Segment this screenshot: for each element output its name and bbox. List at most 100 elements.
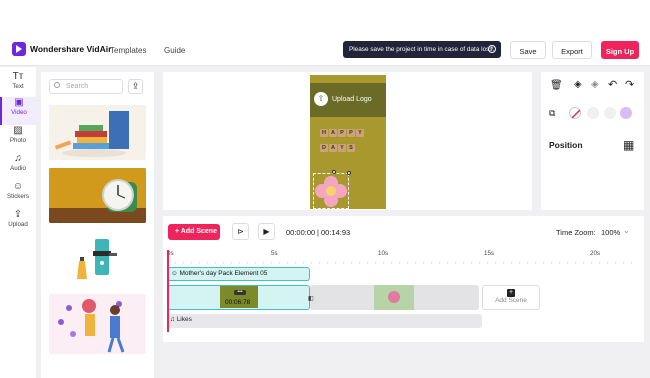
nav-guide[interactable]: Guide	[164, 46, 185, 55]
flower-sticker	[315, 176, 347, 207]
save-button[interactable]: Save	[510, 41, 546, 59]
left-sidebar: Tт Text ▣ Video ▨ Photo ♫ Audio ☺ Sticke…	[0, 67, 36, 378]
top-bar: Wondershare VidAir Templates Guide Pleas…	[0, 0, 650, 66]
save-reminder-toast: Please save the project in time in case …	[343, 41, 501, 58]
split-button[interactable]: ⊳	[232, 223, 249, 240]
properties-panel: 🗑 ◈ ◈ ↶ ↷ ⧉ Position ▦	[541, 72, 644, 210]
image-adjust-icon[interactable]: ⧉	[549, 108, 555, 119]
video-preview-frame[interactable]: ⇧ Upload Logo HAPPY DAYS	[310, 75, 386, 209]
sidebar-item-label: Text	[12, 83, 24, 90]
ruler-label: 10s	[378, 250, 388, 257]
ruler-label: 5s	[271, 250, 278, 257]
undo-icon[interactable]: ↶	[608, 78, 617, 91]
position-label: Position	[549, 140, 583, 150]
play-button[interactable]: ▶	[258, 223, 275, 240]
add-scene-slot-label: Add Scene	[495, 297, 527, 304]
ruler-label: 20s	[590, 250, 600, 257]
audio-icon: ♫	[14, 153, 22, 164]
time-separator: |	[317, 228, 319, 237]
upload-logo-button[interactable]: ⇧ Upload Logo	[310, 83, 386, 117]
audio-track-label: Likes	[176, 316, 192, 323]
sticker-icon: ☺	[12, 181, 24, 192]
delete-icon[interactable]: 🗑	[550, 80, 563, 91]
no-color-swatch[interactable]	[569, 107, 581, 119]
add-scene-label: Add Scene	[180, 228, 217, 235]
video-icon: ▣	[14, 97, 24, 108]
sidebar-item-audio[interactable]: ♫ Audio	[0, 153, 36, 181]
tile-letter: A	[329, 129, 337, 137]
sidebar-item-label: Upload	[8, 221, 28, 228]
video-thumbnail-people[interactable]	[49, 294, 146, 354]
brand-name: Wondershare VidAir	[30, 44, 112, 54]
sticker-selection-box[interactable]	[313, 173, 349, 209]
video-thumbnail-books[interactable]	[49, 105, 146, 160]
toast-close-icon[interactable]: ×	[488, 45, 496, 53]
layer-backward-icon[interactable]: ◈	[591, 79, 599, 90]
sidebar-item-label: Stickers	[6, 193, 29, 200]
upload-asset-button[interactable]: ⇪	[128, 79, 143, 94]
layer-forward-icon[interactable]: ◈	[574, 79, 582, 90]
timeline-panel: + Add Scene ⊳ ▶ 00:00:00 | 00:14:93 Time…	[163, 216, 644, 342]
tile-letter: H	[320, 129, 328, 137]
time-zoom-value[interactable]: 100%	[601, 228, 620, 237]
books-illustration	[54, 111, 129, 157]
more-options-icon[interactable]: •••	[234, 290, 246, 295]
sidebar-item-text[interactable]: Tт Text	[0, 71, 36, 99]
tile-letter: Y	[338, 144, 346, 152]
time-ruler[interactable]: 0s 5s 10s 15s 20s	[167, 250, 637, 264]
sidebar-item-label: Video	[11, 109, 27, 116]
add-scene-button[interactable]: + Add Scene	[168, 224, 220, 240]
export-button[interactable]: Export	[552, 41, 592, 59]
search-icon	[54, 82, 60, 88]
sidebar-item-label: Audio	[10, 165, 26, 172]
ruler-label: 15s	[484, 250, 494, 257]
tile-letter: P	[338, 129, 346, 137]
sidebar-item-video[interactable]: ▣ Video	[0, 97, 36, 125]
video-thumbnail-door[interactable]	[49, 231, 146, 286]
color-swatch-purple[interactable]	[620, 107, 632, 119]
asset-panel: Search ⇪	[41, 72, 154, 378]
video-clip-selected[interactable]: ••• 00:06:78	[167, 285, 310, 310]
signup-button[interactable]: Sign Up	[601, 41, 639, 59]
text-icon: Tт	[12, 71, 24, 82]
color-swatch-light[interactable]	[604, 107, 616, 119]
clip-duration: 00:06:78	[225, 299, 251, 306]
preview-canvas: ⇧ Upload Logo HAPPY DAYS	[163, 72, 532, 210]
sidebar-item-stickers[interactable]: ☺ Stickers	[0, 181, 36, 209]
upload-icon: ⇪	[131, 81, 140, 91]
tile-letter: S	[347, 144, 355, 152]
resize-handle-icon[interactable]	[332, 170, 336, 174]
chevron-down-icon[interactable]: ⌄	[623, 226, 630, 235]
color-swatch-light[interactable]	[587, 107, 599, 119]
grid-align-icon[interactable]: ▦	[623, 138, 634, 152]
add-scene-slot[interactable]: + Add Scene	[482, 285, 540, 310]
total-time: 00:14:93	[321, 228, 351, 237]
split-icon: ⊳	[237, 227, 244, 236]
vidair-logo-icon[interactable]	[12, 42, 26, 56]
video-clip[interactable]	[310, 285, 479, 310]
search-input[interactable]: Search	[49, 79, 123, 94]
resize-handle-icon[interactable]	[347, 171, 351, 175]
tile-letter: A	[329, 144, 337, 152]
nav-templates[interactable]: Templates	[110, 46, 146, 55]
tile-letter: P	[347, 129, 355, 137]
text-track-clip[interactable]: ☺ Mother's day Pack Element 05	[167, 267, 310, 281]
transition-icon[interactable]: ◧	[308, 295, 314, 302]
sidebar-item-photo[interactable]: ▨ Photo	[0, 125, 36, 153]
time-zoom-label: Time Zoom:	[556, 228, 596, 237]
playhead[interactable]	[167, 250, 169, 332]
upload-icon: ⇪	[13, 209, 23, 220]
music-note-icon: ♫	[170, 316, 177, 323]
audio-track-clip[interactable]: ♫ Likes	[167, 314, 482, 328]
video-thumbnail-clock[interactable]	[49, 168, 146, 223]
sidebar-item-upload[interactable]: ⇪ Upload	[0, 209, 36, 237]
sidebar-item-label: Photo	[9, 137, 27, 144]
plus-icon: +	[507, 289, 515, 297]
search-placeholder: Search	[66, 83, 89, 90]
scrabble-tiles-row-2: DAYS	[320, 142, 356, 152]
flower-clip-thumbnail	[374, 285, 414, 310]
upload-arrow-icon: ⇧	[314, 92, 328, 106]
redo-icon[interactable]: ↷	[625, 78, 634, 91]
no-color-icon	[571, 109, 581, 119]
clock-illustration	[49, 168, 146, 223]
